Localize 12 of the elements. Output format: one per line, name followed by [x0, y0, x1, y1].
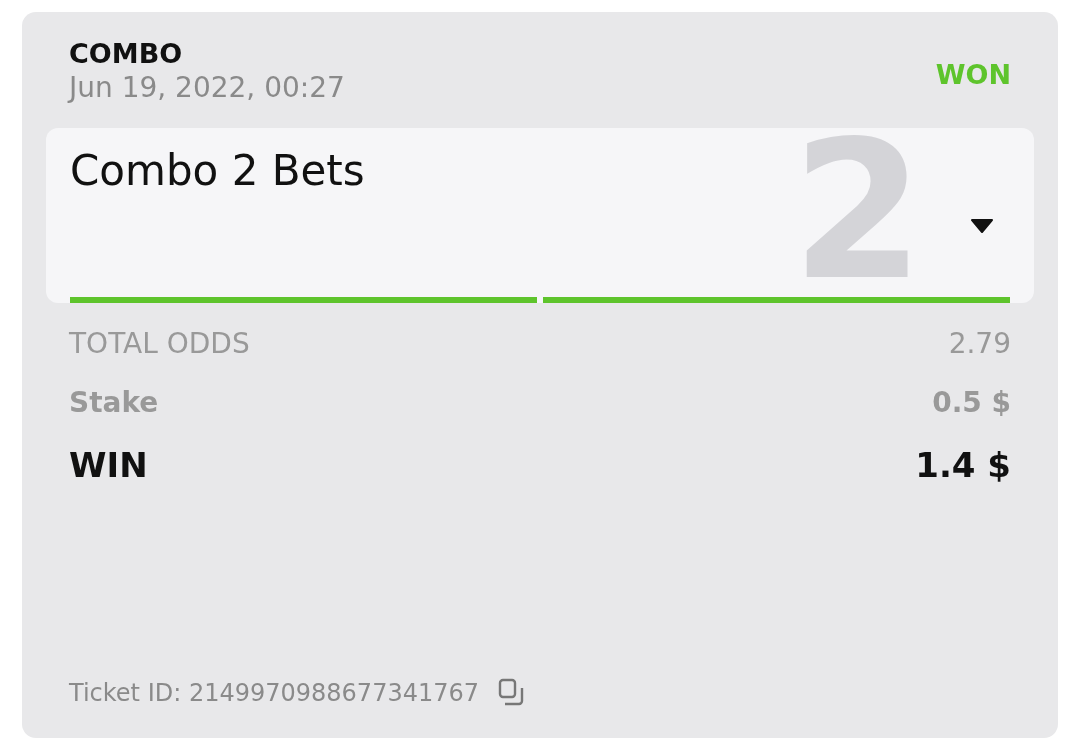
caret-icon[interactable] — [970, 218, 994, 234]
total-value: 0.5 $ — [932, 386, 1011, 419]
total-label: WIN — [69, 445, 148, 485]
total-label: TOTAL ODDS — [69, 327, 250, 360]
total-label: Stake — [69, 386, 159, 419]
total-value: 2.79 — [948, 327, 1011, 360]
bet-type: COMBO — [69, 38, 184, 69]
bet-date: Jun 19, 2022, 00:27 — [69, 71, 345, 104]
bet-status: WON — [935, 58, 1011, 90]
combo-title: Combo 2 Bets — [70, 146, 365, 195]
ticket-id: Ticket ID: 2149970988677341767 — [69, 679, 480, 707]
total-value: 1.4 $ — [915, 445, 1011, 485]
